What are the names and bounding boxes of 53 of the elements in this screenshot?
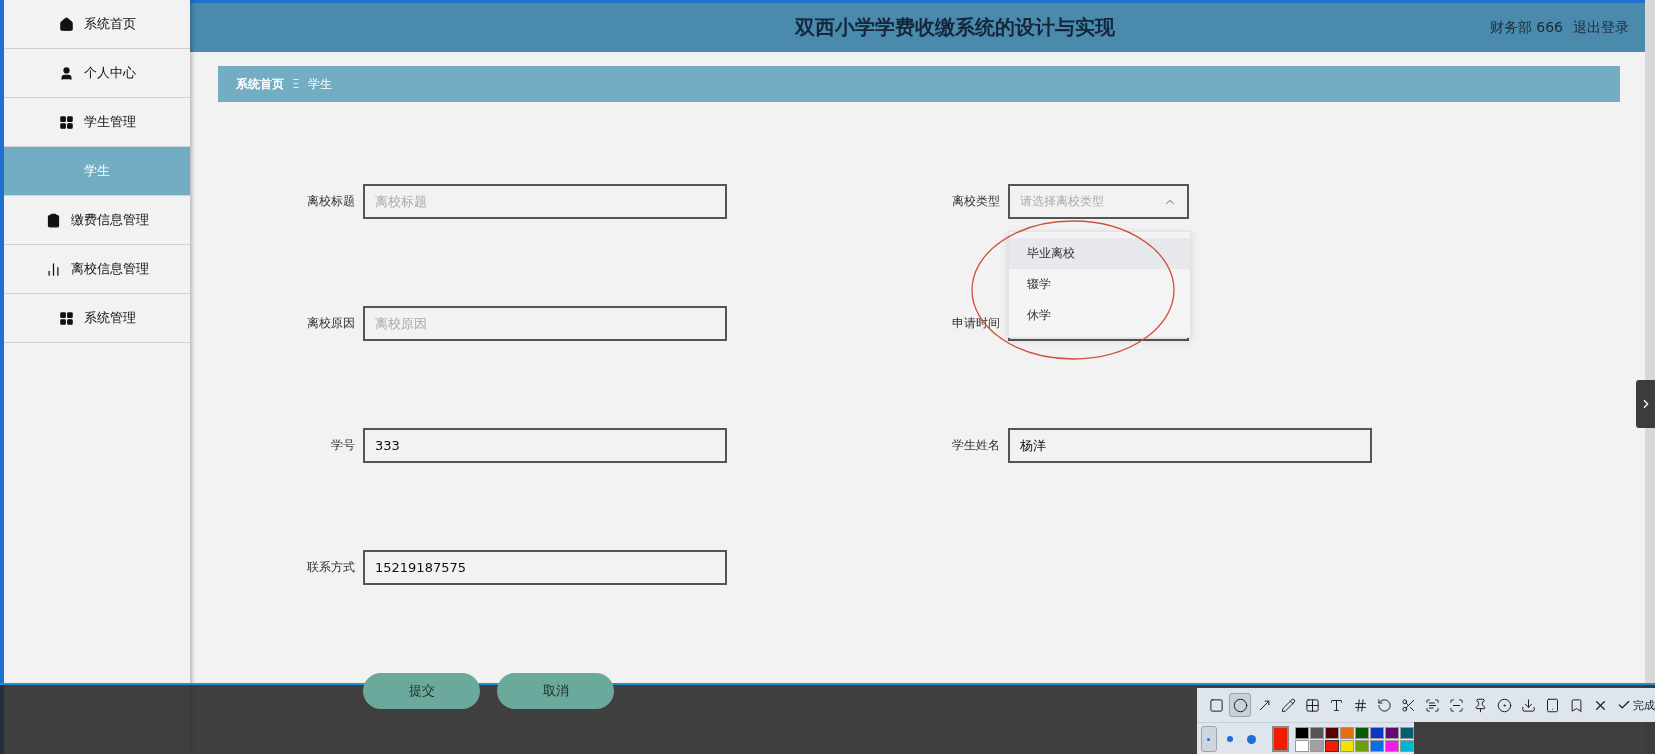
done-button[interactable]: 完成 xyxy=(1617,697,1655,713)
input-field[interactable]: 离校原因 xyxy=(363,306,727,341)
sidebar-item[interactable]: 个人中心 xyxy=(4,49,190,98)
color-swatch[interactable] xyxy=(1310,726,1324,739)
input-field[interactable]: 15219187575 xyxy=(363,550,727,585)
breadcrumb-separator: Ξ xyxy=(292,77,300,91)
clipboard-icon xyxy=(45,212,61,228)
dropdown-option[interactable]: 毕业离校 xyxy=(1009,238,1190,269)
color-swatch[interactable] xyxy=(1370,726,1384,739)
submit-button[interactable]: 提交 xyxy=(363,673,480,709)
color-swatch[interactable] xyxy=(1340,726,1354,739)
sidebar-item[interactable]: 系统首页 xyxy=(4,0,190,49)
grid-icon xyxy=(58,310,74,326)
field-label: 离校标题 xyxy=(306,193,355,210)
color-swatch[interactable] xyxy=(1325,739,1339,752)
bar-chart-icon xyxy=(45,261,61,277)
check-icon xyxy=(1617,698,1631,712)
breadcrumb-current: 学生 xyxy=(307,75,332,93)
color-swatch[interactable] xyxy=(1310,739,1324,752)
input-field[interactable]: 离校标题 xyxy=(363,184,727,219)
current-color[interactable] xyxy=(1271,726,1289,752)
color-swatch[interactable] xyxy=(1340,739,1354,752)
color-swatch[interactable] xyxy=(1355,726,1369,739)
field-label: 联系方式 xyxy=(306,559,355,576)
field-label: 离校原因 xyxy=(306,315,355,332)
page-title: 双西小学学费收缴系统的设计与实现 xyxy=(793,14,1116,41)
user-name: 财务部 666 xyxy=(1489,18,1563,37)
dropdown-option[interactable]: 休学 xyxy=(1009,300,1190,331)
field-label: 学生姓名 xyxy=(951,437,1000,454)
dropdown-option[interactable]: 辍学 xyxy=(1009,269,1190,300)
sidebar-item[interactable]: 离校信息管理 xyxy=(4,245,190,294)
logout-link[interactable]: 退出登录 xyxy=(1573,18,1629,37)
home-icon xyxy=(58,16,74,32)
color-swatch[interactable] xyxy=(1295,739,1309,752)
color-swatch[interactable] xyxy=(1385,739,1399,752)
expand-tab[interactable] xyxy=(1636,380,1655,428)
sidebar-item[interactable]: 系统管理 xyxy=(4,294,190,343)
color-swatch[interactable] xyxy=(1385,726,1399,739)
sidebar-item[interactable]: 学生管理 xyxy=(4,98,190,147)
color-swatch[interactable] xyxy=(1355,739,1369,752)
color-swatch[interactable] xyxy=(1295,726,1309,739)
color-swatch[interactable] xyxy=(1370,739,1384,752)
input-field[interactable]: 333 xyxy=(363,428,727,463)
color-swatch[interactable] xyxy=(1400,726,1414,739)
color-swatch[interactable] xyxy=(1400,739,1414,752)
user-icon xyxy=(58,65,74,81)
input-field[interactable]: 杨洋 xyxy=(1008,428,1372,463)
sidebar-item[interactable]: 缴费信息管理 xyxy=(4,196,190,245)
grid-icon xyxy=(58,114,74,130)
color-swatch[interactable] xyxy=(1325,726,1339,739)
cancel-button[interactable]: 取消 xyxy=(497,673,614,709)
field-label: 学号 xyxy=(330,437,355,454)
field-label: 离校类型 xyxy=(951,193,1000,210)
